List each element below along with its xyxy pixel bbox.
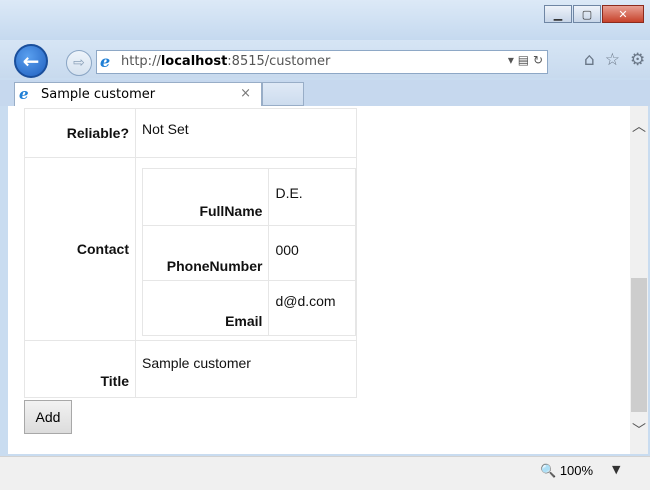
dropdown-icon[interactable]: ▾	[508, 53, 514, 67]
contact-label: Contact	[24, 157, 136, 341]
status-bar: 🔍 100% ▼	[0, 456, 650, 490]
table-row: Reliable? Not Set	[24, 108, 357, 158]
compat-view-icon[interactable]: ▤	[518, 53, 529, 67]
maximize-button[interactable]: ▢	[573, 5, 601, 23]
zoom-value: 100%	[559, 463, 594, 478]
email-value: d@d.com	[268, 280, 356, 336]
tab-close-icon[interactable]: ×	[240, 86, 251, 101]
home-icon[interactable]: ⌂	[584, 50, 595, 70]
ie-logo-icon: e	[100, 52, 111, 71]
forward-arrow-icon[interactable]: ⇨	[66, 50, 92, 76]
url-path: :8515/customer	[227, 54, 331, 69]
browser-toolbar: ⌂ ☆ ⚙	[584, 50, 645, 70]
scroll-up-icon[interactable]: ︿	[632, 116, 646, 136]
browser-window: ▁ ▢ ✕ ← ⇨ e http://localhost:8515/custom…	[0, 0, 650, 490]
gear-icon[interactable]: ⚙	[630, 50, 645, 70]
fullname-value: D.E.	[268, 168, 356, 226]
page-content: Reliable? Not Set Contact FullName D.E. …	[8, 106, 630, 454]
url-host: localhost	[160, 54, 228, 69]
phonenumber-value: 000	[268, 225, 356, 281]
fullname-label: FullName	[141, 168, 270, 226]
table-row: Contact FullName D.E. PhoneNumber 000 Em…	[24, 157, 357, 341]
table-row: PhoneNumber 000	[141, 225, 356, 281]
address-tools: ▾ ▤ ↻	[508, 53, 543, 67]
record-table: Reliable? Not Set Contact FullName D.E. …	[24, 108, 357, 398]
address-bar[interactable]: e http://localhost:8515/customer ▾ ▤ ↻	[96, 50, 548, 74]
table-row: Email d@d.com	[141, 280, 356, 336]
url-prefix: http://	[121, 54, 161, 69]
window-controls: ▁ ▢ ✕	[543, 5, 644, 23]
add-button[interactable]: Add	[24, 400, 72, 434]
contact-cell: FullName D.E. PhoneNumber 000 Email d@d.…	[135, 157, 357, 341]
phonenumber-label: PhoneNumber	[141, 225, 270, 281]
back-arrow-icon[interactable]: ←	[14, 44, 48, 78]
vertical-scrollbar[interactable]: ︿ ﹀	[630, 106, 648, 454]
reliable-label: Reliable?	[24, 108, 136, 158]
zoom-level[interactable]: 🔍 100%	[540, 463, 593, 479]
scrollbar-thumb[interactable]	[631, 278, 647, 412]
title-value: Sample customer	[135, 340, 357, 398]
table-row: FullName D.E.	[141, 168, 356, 226]
star-icon[interactable]: ☆	[605, 50, 620, 70]
title-label: Title	[24, 340, 136, 398]
tab-title: Sample customer	[41, 87, 156, 102]
zoom-dropdown-icon[interactable]: ▼	[612, 463, 620, 476]
reliable-value: Not Set	[135, 108, 357, 158]
table-row: Title Sample customer	[24, 340, 357, 398]
refresh-icon[interactable]: ↻	[533, 53, 543, 67]
title-bar: ▁ ▢ ✕	[0, 0, 650, 40]
scroll-down-icon[interactable]: ﹀	[632, 420, 646, 440]
minimize-button[interactable]: ▁	[544, 5, 572, 23]
new-tab-button[interactable]	[262, 82, 304, 106]
close-button[interactable]: ✕	[602, 5, 644, 23]
address-url[interactable]: http://localhost:8515/customer	[121, 54, 330, 69]
ie-tab-icon: e	[19, 85, 29, 103]
contact-table: FullName D.E. PhoneNumber 000 Email d@d.…	[141, 168, 356, 336]
tab-sample-customer[interactable]: e Sample customer ×	[14, 82, 262, 106]
email-label: Email	[141, 280, 270, 336]
